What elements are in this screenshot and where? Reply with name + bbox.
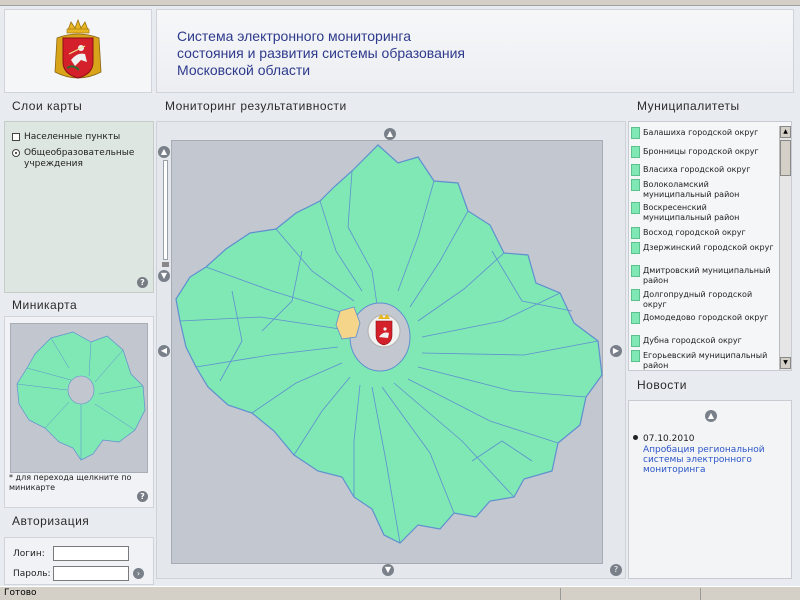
municipality-label: Восход городской округ	[643, 228, 746, 237]
status-bar: Готово	[0, 586, 800, 600]
municipality-label: Егорьевский муниципальный район	[643, 351, 768, 370]
checkbox[interactable]	[12, 133, 20, 141]
status-divider	[560, 588, 561, 600]
municipality-label: Дмитровский муниципальный район	[643, 266, 771, 285]
municipality-label: Воскресенский муниципальный район	[643, 203, 740, 222]
list-item[interactable]: Восход городской округ	[631, 227, 777, 239]
municipalities-scrollbar[interactable]: ▲ ▼	[779, 126, 791, 370]
layer-option-schools[interactable]: Общеобразовательные учреждения	[12, 148, 144, 170]
arrow-right-icon[interactable]: ›	[133, 568, 144, 579]
help-icon[interactable]: ?	[137, 491, 148, 502]
app-window: Система электронного мониторинга состоян…	[0, 0, 800, 600]
municipality-label: Домодедово городской округ	[643, 313, 769, 322]
site-title: Система электронного мониторинга состоян…	[177, 28, 465, 79]
zoom-out-icon[interactable]: ▼	[158, 270, 170, 282]
arrow-down-icon[interactable]: ▼	[382, 564, 394, 576]
color-swatch	[631, 227, 640, 239]
site-title-line: Московской области	[177, 62, 311, 78]
browser-top-strip	[0, 0, 800, 6]
municipality-label: Бронницы городской округ	[643, 147, 759, 156]
color-swatch	[631, 335, 640, 347]
coat-of-arms-logo	[54, 18, 102, 79]
municipalities-title: Муниципалитеты	[637, 99, 740, 113]
color-swatch	[631, 179, 640, 191]
status-divider	[700, 588, 701, 600]
zoom-slider-track[interactable]	[163, 160, 168, 260]
header-banner: Система электронного мониторинга состоян…	[156, 9, 794, 93]
municipality-label: Волоколамский муниципальный район	[643, 180, 740, 199]
auth-title: Авторизация	[12, 514, 90, 528]
color-swatch	[631, 289, 640, 301]
news-title: Новости	[637, 378, 687, 392]
map-canvas[interactable]	[171, 140, 603, 564]
municipality-label: Балашиха городской округ	[643, 128, 759, 137]
arrow-left-icon[interactable]: ◀	[158, 345, 170, 357]
list-item[interactable]: Волоколамский муниципальный район	[631, 179, 777, 202]
list-item[interactable]: Долгопрудный городской округ	[631, 289, 777, 310]
minimap-panel: * для перехода щелкните по миникарте ?	[4, 316, 154, 508]
minimap-region-shape	[16, 331, 146, 461]
help-icon[interactable]: ?	[137, 277, 148, 288]
municipality-label: Долгопрудный городской округ	[643, 290, 753, 309]
logo-panel	[4, 9, 152, 93]
municipalities-list: Балашиха городской округ Бронницы городс…	[628, 121, 792, 371]
color-swatch	[631, 350, 640, 362]
layers-title: Слои карты	[12, 99, 83, 113]
color-swatch	[631, 312, 640, 324]
help-icon[interactable]: ?	[610, 564, 622, 576]
auth-panel: Логин: Пароль: ›	[4, 537, 154, 585]
password-input[interactable]	[53, 566, 129, 581]
list-item[interactable]: Дубна городской округ	[631, 335, 777, 347]
municipality-label: Власиха городской округ	[643, 165, 751, 174]
site-title-line: состояния и развития системы образования	[177, 45, 465, 61]
layer-option-label: Населенные пункты	[24, 132, 121, 142]
scroll-down-icon[interactable]: ▼	[780, 357, 791, 369]
municipality-label: Дубна городской округ	[643, 336, 742, 345]
status-text: Готово	[4, 588, 37, 598]
scrollbar-thumb[interactable]	[780, 140, 791, 176]
moscow-region-map	[175, 144, 603, 544]
color-swatch	[631, 146, 640, 158]
municipality-label: Дзержинский городской округ	[643, 243, 774, 252]
scroll-up-icon[interactable]: ▲	[780, 126, 791, 138]
minimap-title: Миникарта	[12, 298, 78, 312]
coat-of-arms-icon	[367, 314, 401, 348]
list-item[interactable]: Домодедово городской округ	[631, 312, 777, 324]
list-item[interactable]: Дмитровский муниципальный район	[631, 265, 777, 286]
zoom-slider-thumb[interactable]	[162, 262, 169, 267]
color-swatch	[631, 265, 640, 277]
list-item[interactable]: Егорьевский муниципальный район	[631, 350, 777, 370]
layer-option-label: Общеобразовательные учреждения	[24, 148, 135, 169]
color-swatch	[631, 242, 640, 254]
color-swatch	[631, 127, 640, 139]
zoom-in-icon[interactable]: ▲	[158, 146, 170, 158]
color-swatch	[631, 164, 640, 176]
list-item[interactable]: Воскресенский муниципальный район	[631, 202, 777, 223]
color-swatch	[631, 202, 640, 214]
list-item[interactable]: Бронницы городской округ	[631, 146, 777, 158]
login-input[interactable]	[53, 546, 129, 561]
minimap-note: * для перехода щелкните по миникарте	[9, 473, 132, 492]
list-item[interactable]: Власиха городской округ	[631, 164, 777, 176]
layer-option-settlements[interactable]: Населенные пункты	[12, 132, 120, 143]
login-label: Логин:	[13, 549, 45, 559]
arrow-up-icon[interactable]: ▲	[384, 128, 396, 140]
map-title: Мониторинг результативности	[165, 99, 347, 113]
site-title-line: Система электронного мониторинга	[177, 28, 411, 44]
news-link[interactable]: Апробация региональной системы электронн…	[643, 445, 783, 475]
list-item[interactable]: Дзержинский городской округ	[631, 242, 777, 254]
news-date: 07.10.2010	[643, 434, 695, 444]
list-item[interactable]: Балашиха городской округ	[631, 127, 777, 139]
arrow-up-icon[interactable]: ▲	[705, 410, 717, 422]
arrow-right-icon[interactable]: ▶	[610, 345, 622, 357]
bullet-icon	[633, 435, 638, 440]
news-panel: ▲ 07.10.2010 Апробация региональной сист…	[628, 400, 792, 579]
password-label: Пароль:	[13, 569, 51, 579]
minimap-canvas[interactable]	[10, 323, 148, 473]
radio-button[interactable]	[12, 149, 20, 157]
layers-panel: Населенные пункты Общеобразовательные уч…	[4, 121, 154, 293]
